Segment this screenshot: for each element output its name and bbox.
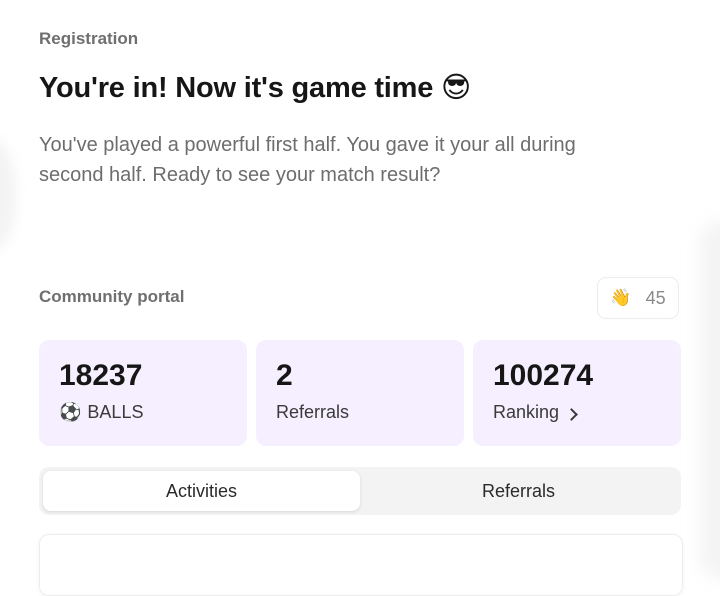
activities-panel — [39, 534, 683, 596]
ranking-stat-card[interactable]: 100274 Ranking — [473, 340, 681, 446]
intro-text: You've played a powerful first half. You… — [39, 134, 576, 186]
wave-icon: 👋 — [610, 288, 632, 307]
soccer-ball-icon: ⚽ — [59, 402, 82, 422]
balls-label-row: ⚽ BALLS — [59, 402, 247, 423]
wave-button[interactable]: 👋 45 — [597, 277, 679, 319]
left-edge-shadow — [0, 140, 16, 250]
referrals-stat-card: 2 Referrals — [256, 340, 464, 446]
tab-activities[interactable]: Activities — [43, 471, 360, 511]
wave-count: 45 — [645, 287, 666, 308]
chevron-right-icon — [565, 407, 578, 421]
referrals-label-text: Referrals — [276, 402, 350, 422]
page-title: You're in! Now it's game time 😎 — [39, 72, 472, 104]
referrals-value: 2 — [276, 359, 293, 392]
balls-label: BALLS — [87, 402, 144, 422]
right-edge-shadow — [700, 220, 720, 580]
ranking-link[interactable]: Ranking — [493, 402, 681, 423]
tab-referrals[interactable]: Referrals — [360, 471, 677, 511]
balls-value: 18237 — [59, 359, 143, 392]
balls-stat-card: 18237 ⚽ BALLS — [39, 340, 247, 446]
ranking-value: 100274 — [493, 359, 594, 392]
referrals-label: Referrals — [276, 402, 464, 423]
tab-bar: Activities Referrals — [39, 467, 681, 515]
ranking-label: Ranking — [493, 402, 560, 422]
section-eyebrow: Registration — [39, 29, 139, 48]
community-portal-label: Community portal — [39, 287, 185, 306]
